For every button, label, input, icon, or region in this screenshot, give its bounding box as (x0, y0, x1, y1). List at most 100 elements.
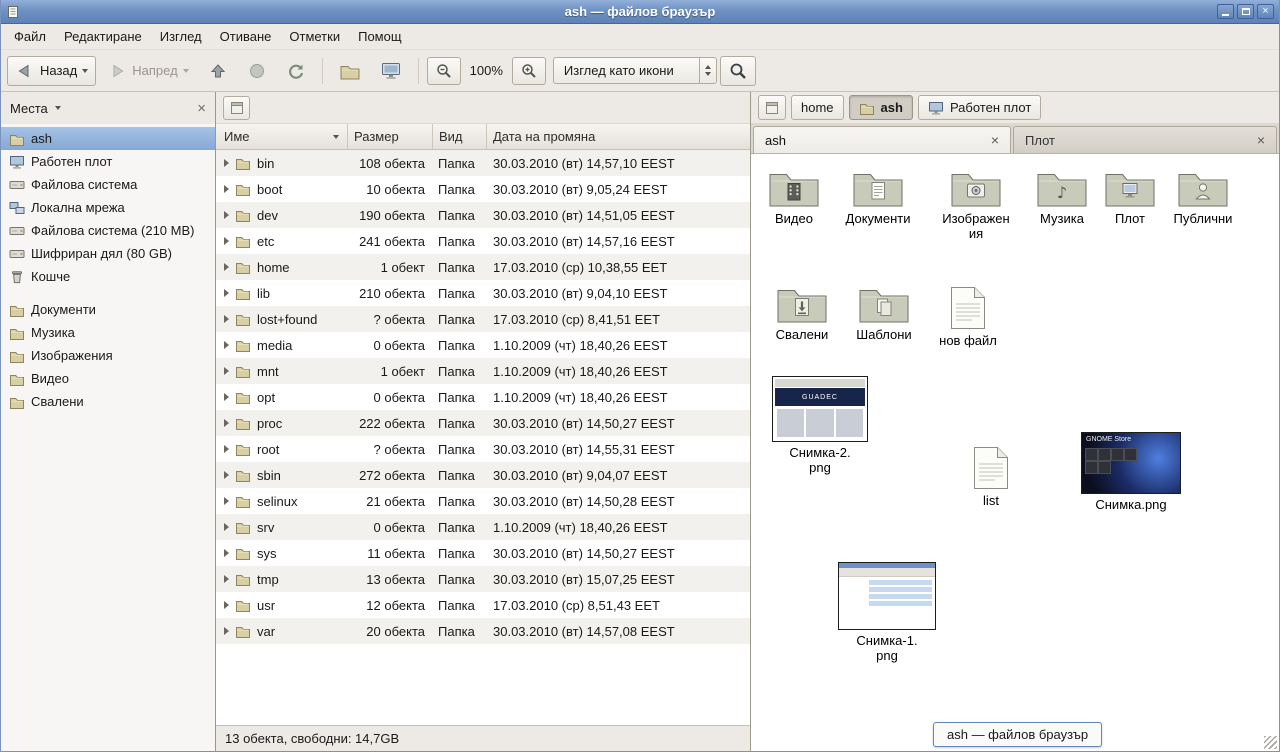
reload-button[interactable] (278, 56, 314, 86)
spinner-arrows-icon[interactable] (699, 58, 716, 83)
menu-item-4[interactable]: Отметки (280, 25, 349, 48)
icon-item-8[interactable]: нов файл (920, 286, 1016, 348)
table-row-mnt[interactable]: mnt1 обектПапка1.10.2009 (чт) 18,40,26 E… (216, 358, 750, 384)
expander-icon[interactable] (224, 211, 229, 219)
menu-item-1[interactable]: Редактиране (55, 25, 151, 48)
close-button[interactable]: × (1257, 4, 1274, 19)
table-row-var[interactable]: var20 обектаПапка30.03.2010 (вт) 14,57,0… (216, 618, 750, 644)
expander-icon[interactable] (224, 497, 229, 505)
expander-icon[interactable] (224, 185, 229, 193)
menu-item-5[interactable]: Помощ (349, 25, 410, 48)
table-row-selinux[interactable]: selinux21 обектаПапка30.03.2010 (вт) 14,… (216, 488, 750, 514)
taskbar-window-button[interactable]: ash — файлов браузър (933, 722, 1102, 747)
home-button[interactable] (331, 56, 369, 86)
icon-item-7[interactable]: Шаблони (836, 284, 932, 342)
places-title[interactable]: Места (10, 101, 48, 116)
table-row-proc[interactable]: proc222 обектаПапка30.03.2010 (вт) 14,50… (216, 410, 750, 436)
expander-icon[interactable] (224, 471, 229, 479)
expander-icon[interactable] (224, 237, 229, 245)
icon-item-9[interactable]: GUADECСнимка-2. png (772, 376, 868, 475)
table-row-sbin[interactable]: sbin272 обектаПапка30.03.2010 (вт) 9,04,… (216, 462, 750, 488)
expander-icon[interactable] (224, 523, 229, 531)
sidebar-item-2[interactable]: Файлова система (1, 173, 215, 196)
forward-button[interactable]: Напред (99, 56, 196, 86)
icon-item-12[interactable]: Снимка-1. png (839, 562, 935, 663)
expander-icon[interactable] (224, 289, 229, 297)
icon-item-2[interactable]: Изображен ия (928, 168, 1024, 241)
expander-icon[interactable] (224, 159, 229, 167)
breadcrumb-button-3[interactable]: Работен плот (918, 95, 1041, 120)
expander-icon[interactable] (224, 601, 229, 609)
resize-grip[interactable] (1264, 736, 1277, 749)
sidebar-item-5[interactable]: Шифриран дял (80 GB) (1, 242, 215, 265)
table-row-opt[interactable]: opt0 обектаПапка1.10.2009 (чт) 18,40,26 … (216, 384, 750, 410)
sidebar-item-11[interactable]: Видео (1, 367, 215, 390)
expander-icon[interactable] (224, 549, 229, 557)
menu-item-0[interactable]: Файл (5, 25, 55, 48)
tab-Плот[interactable]: Плот× (1013, 126, 1277, 153)
sidebar-item-3[interactable]: Локална мрежа (1, 196, 215, 219)
stop-button[interactable] (239, 56, 275, 86)
sidebar-item-0[interactable]: ash (1, 127, 215, 150)
table-row-usr[interactable]: usr12 обектаПапка17.03.2010 (ср) 8,51,43… (216, 592, 750, 618)
tab-close-icon[interactable]: × (1257, 133, 1265, 147)
table-row-dev[interactable]: dev190 обектаПапка30.03.2010 (вт) 14,51,… (216, 202, 750, 228)
sidebar-item-4[interactable]: Файлова система (210 MB) (1, 219, 215, 242)
sidebar-item-6[interactable]: Кошче (1, 265, 215, 288)
icon-item-11[interactable]: GNOME StoreСнимка.png (1083, 432, 1179, 512)
table-row-root[interactable]: root? обектаПапка30.03.2010 (вт) 14,55,3… (216, 436, 750, 462)
search-button[interactable] (720, 56, 756, 86)
maximize-button[interactable] (1237, 4, 1254, 19)
sidebar-item-1[interactable]: Работен плот (1, 150, 215, 173)
table-row-etc[interactable]: etc241 обектаПапка30.03.2010 (вт) 14,57,… (216, 228, 750, 254)
table-row-tmp[interactable]: tmp13 обектаПапка30.03.2010 (вт) 15,07,2… (216, 566, 750, 592)
expander-icon[interactable] (224, 627, 229, 635)
notes-pane-button[interactable] (223, 96, 250, 120)
tab-ash[interactable]: ash× (753, 126, 1011, 153)
breadcrumb-button-1[interactable]: home (791, 95, 844, 120)
table-row-sys[interactable]: sys11 обектаПапка30.03.2010 (вт) 14,50,2… (216, 540, 750, 566)
back-button[interactable]: Назад (7, 56, 96, 86)
expander-icon[interactable] (224, 419, 229, 427)
zoom-in-button[interactable] (512, 57, 546, 85)
expander-icon[interactable] (224, 263, 229, 271)
table-row-media[interactable]: media0 обектаПапка1.10.2009 (чт) 18,40,2… (216, 332, 750, 358)
expander-icon[interactable] (224, 341, 229, 349)
breadcrumb-button-0[interactable] (758, 95, 786, 120)
sidebar-item-9[interactable]: Музика (1, 321, 215, 344)
up-button[interactable] (200, 56, 236, 86)
zoom-out-button[interactable] (427, 57, 461, 85)
menu-item-3[interactable]: Отиване (211, 25, 281, 48)
icon-view[interactable]: ВидеоДокументиИзображен ия♪МузикаПлотПуб… (751, 154, 1279, 751)
column-header-0[interactable]: Име (216, 124, 348, 149)
icon-item-1[interactable]: Документи (830, 168, 926, 226)
expander-icon[interactable] (224, 445, 229, 453)
column-header-3[interactable]: Дата на промяна (487, 124, 750, 149)
table-row-bin[interactable]: bin108 обектаПапка30.03.2010 (вт) 14,57,… (216, 150, 750, 176)
view-mode-select[interactable]: Изглед като икони (553, 57, 717, 84)
minimize-button[interactable] (1217, 4, 1234, 19)
table-row-lost+found[interactable]: lost+found? обектаПапка17.03.2010 (ср) 8… (216, 306, 750, 332)
table-row-boot[interactable]: boot10 обектаПапка30.03.2010 (вт) 9,05,2… (216, 176, 750, 202)
sidebar-item-10[interactable]: Изображения (1, 344, 215, 367)
table-row-srv[interactable]: srv0 обектаПапка1.10.2009 (чт) 18,40,26 … (216, 514, 750, 540)
sidebar-item-12[interactable]: Свалени (1, 390, 215, 413)
column-header-2[interactable]: Вид (433, 124, 487, 149)
table-row-home[interactable]: home1 обектПапка17.03.2010 (ср) 10,38,55… (216, 254, 750, 280)
sidebar-close-button[interactable]: × (197, 101, 206, 116)
expander-icon[interactable] (224, 367, 229, 375)
icon-item-0[interactable]: Видео (751, 168, 842, 226)
expander-icon[interactable] (224, 315, 229, 323)
column-header-1[interactable]: Размер (348, 124, 433, 149)
table-row-lib[interactable]: lib210 обектаПапка30.03.2010 (вт) 9,04,1… (216, 280, 750, 306)
titlebar[interactable]: ash — файлов браузър × (1, 0, 1279, 24)
expander-icon[interactable] (224, 575, 229, 583)
icon-item-5[interactable]: Публични (1155, 168, 1251, 226)
icon-item-10[interactable]: list (943, 446, 1039, 508)
expander-icon[interactable] (224, 393, 229, 401)
sidebar-item-8[interactable]: Документи (1, 298, 215, 321)
breadcrumb-button-2[interactable]: ash (849, 95, 913, 120)
tab-close-icon[interactable]: × (991, 133, 999, 147)
menu-item-2[interactable]: Изглед (151, 25, 211, 48)
computer-button[interactable] (372, 56, 410, 86)
